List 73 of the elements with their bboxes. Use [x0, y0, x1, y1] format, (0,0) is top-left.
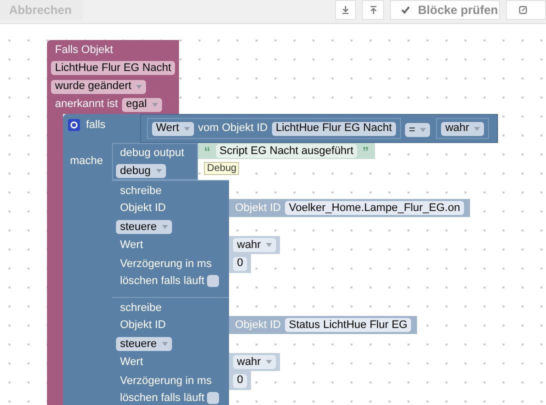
caret-icon: [184, 126, 190, 130]
string-block[interactable]: “ Script EG Nacht ausgeführt ”: [198, 143, 375, 159]
value-dropdown[interactable]: wahr: [233, 238, 276, 252]
object-field[interactable]: Status LichtHue Flur EG: [284, 318, 412, 332]
block-title: Falls Objekt: [55, 44, 114, 56]
block-label: debug output: [120, 148, 184, 158]
download-icon: [342, 6, 349, 14]
number-block[interactable]: 0: [229, 371, 252, 390]
block-label: Objekt ID: [235, 202, 281, 214]
object-field[interactable]: LichtHue Flur EG Nacht: [272, 122, 396, 136]
caret-icon: [152, 102, 158, 107]
object-id-block[interactable]: Objekt ID Voelker_Home.Lampe_Flur_EG.on: [229, 199, 470, 217]
block-label: vom Objekt ID: [198, 123, 268, 134]
frame-icon: [519, 6, 527, 14]
caret-icon: [136, 84, 142, 89]
level-dropdown[interactable]: debug: [116, 164, 166, 178]
block-label: Wert: [120, 240, 144, 251]
caret-icon: [266, 243, 272, 247]
block-label: Objekt ID: [120, 203, 166, 214]
block-label: löschen falls läuft: [120, 392, 204, 404]
caret-icon: [420, 128, 426, 132]
if-block[interactable]: falls mache: [63, 114, 112, 405]
checkbox[interactable]: [207, 392, 220, 404]
mode-dropdown[interactable]: steuere: [116, 220, 172, 234]
ack-dropdown[interactable]: egal: [122, 98, 162, 112]
object-field[interactable]: LichtHue Flur EG Nacht: [51, 61, 176, 76]
debug-block[interactable]: debug output debug: [112, 143, 198, 180]
caret-icon: [474, 126, 480, 130]
screenshot-button[interactable]: [506, 0, 546, 20]
block-label: Wert: [120, 357, 144, 368]
text-field[interactable]: Script EG Nacht ausgeführt: [216, 144, 358, 158]
block-label: Objekt ID: [235, 320, 281, 330]
boolean-dropdown[interactable]: wahr: [441, 122, 484, 136]
number-field[interactable]: 0: [233, 256, 248, 270]
download-button[interactable]: [335, 0, 356, 20]
tooltip: Debug: [204, 162, 240, 175]
number-field[interactable]: 0: [233, 374, 248, 388]
event-dropdown[interactable]: wurde geändert: [51, 80, 146, 94]
value-block[interactable]: Wert vom Objekt ID LichtHue Flur EG Nacht: [147, 118, 401, 139]
value-dropdown[interactable]: Wert: [152, 122, 194, 136]
checkbox[interactable]: [207, 275, 220, 287]
caret-icon: [162, 342, 168, 346]
block-label: Verzögerung in ms: [120, 259, 212, 270]
caret-icon: [162, 225, 168, 229]
number-block[interactable]: 0: [229, 254, 252, 273]
block-label: Objekt ID: [120, 320, 166, 331]
block-label: löschen falls läuft: [120, 276, 204, 286]
block-label: falls: [86, 120, 106, 130]
block-label: mache: [70, 155, 104, 167]
quote-mark: ”: [362, 144, 369, 158]
if-block-header: [112, 114, 140, 143]
object-id-block[interactable]: Objekt ID Status LichtHue Flur EG: [229, 316, 418, 334]
caret-icon: [156, 169, 162, 173]
value-block[interactable]: wahr: [229, 236, 280, 254]
mode-dropdown[interactable]: steuere: [116, 337, 172, 351]
block-label: anerkannt ist: [55, 99, 118, 110]
value-block[interactable]: wahr: [229, 353, 280, 371]
checkmark-icon: [401, 6, 410, 14]
quote-mark: “: [204, 144, 210, 158]
logic-block[interactable]: wahr: [436, 118, 490, 139]
block-label: Verzögerung in ms: [120, 376, 212, 387]
trigger-block[interactable]: Falls Objekt LichtHue Flur EG Nacht wurde geändert anerkannt ist egal: [47, 40, 179, 114]
operator-dropdown[interactable]: =: [404, 123, 430, 137]
write-block[interactable]: schreibe Objekt ID steuere Wert Verzögerung in ms löschen falls läuft: [112, 297, 229, 405]
block-label: schreibe: [120, 186, 162, 197]
write-block[interactable]: schreibe Objekt ID steuere Wert Verzögerung in ms löschen falls läuft: [112, 180, 229, 297]
value-dropdown[interactable]: wahr: [233, 355, 276, 369]
upload-icon: [370, 6, 376, 14]
upload-button[interactable]: [362, 0, 384, 20]
object-field[interactable]: Voelker_Home.Lampe_Flur_EG.on: [284, 201, 464, 215]
condition-block[interactable]: Wert vom Objekt ID LichtHue Flur EG Nacht = wahr: [140, 114, 498, 143]
caret-icon: [266, 360, 272, 364]
block-label: schreibe: [120, 303, 162, 314]
